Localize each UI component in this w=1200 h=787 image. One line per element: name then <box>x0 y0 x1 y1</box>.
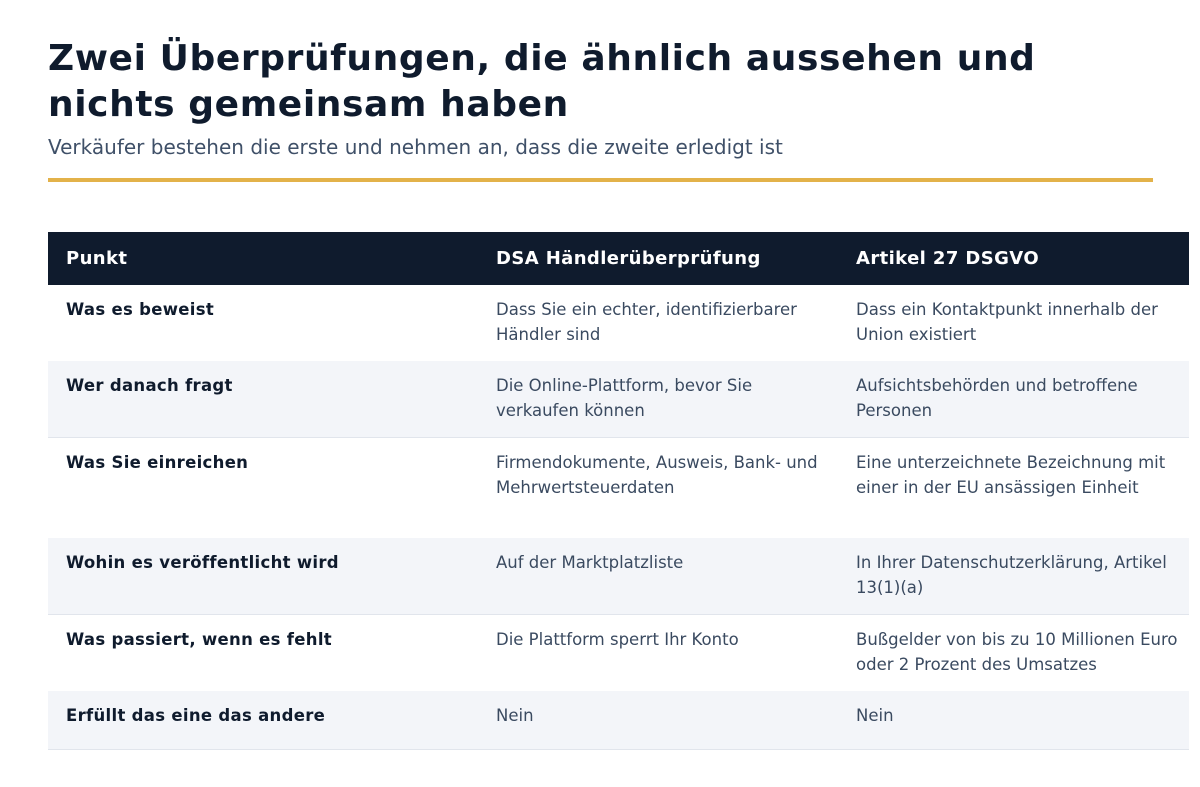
dsa-cell: Dass Sie ein echter, identifizierbarer H… <box>496 300 797 344</box>
table-header-row: Punkt DSA Händlerüberprüfung Artikel 27 … <box>48 232 1189 285</box>
row-label: Was es beweist <box>66 300 215 319</box>
row-label: Wohin es veröffentlicht wird <box>66 553 339 572</box>
dsa-cell: Nein <box>496 706 534 725</box>
row-label: Wer danach fragt <box>66 376 233 395</box>
column-header-dsgvo: Artikel 27 DSGVO <box>856 247 1040 269</box>
accent-divider <box>48 178 1153 182</box>
row-label: Was passiert, wenn es fehlt <box>66 630 332 649</box>
comparison-table: Punkt DSA Händlerüberprüfung Artikel 27 … <box>48 232 1189 750</box>
table-row: Was es beweist Dass Sie ein echter, iden… <box>48 285 1189 361</box>
row-label: Was Sie einreichen <box>66 453 249 472</box>
dsgvo-cell: Eine unterzeichnete Bezeichnung mit eine… <box>856 453 1166 497</box>
table-row: Erfüllt das eine das andere Nein Nein <box>48 691 1189 750</box>
page-subtitle: Verkäufer bestehen die erste und nehmen … <box>48 135 783 159</box>
dsgvo-cell: Aufsichtsbehörden und betroffene Persone… <box>856 376 1138 420</box>
table-row: Wer danach fragt Die Online-Plattform, b… <box>48 361 1189 438</box>
column-header-dsa: DSA Händlerüberprüfung <box>496 247 761 269</box>
page-title: Zwei Überprüfungen, die ähnlich aussehen… <box>48 38 1036 125</box>
dsgvo-cell: In Ihrer Datenschutzerklärung, Artikel 1… <box>856 553 1167 597</box>
dsa-cell: Auf der Marktplatzliste <box>496 553 684 572</box>
table-row: Wohin es veröffentlicht wird Auf der Mar… <box>48 538 1189 615</box>
dsgvo-cell: Nein <box>856 706 894 725</box>
table-row: Was Sie einreichen Firmendokumente, Ausw… <box>48 438 1189 538</box>
column-header-punkt: Punkt <box>66 247 128 269</box>
row-label: Erfüllt das eine das andere <box>66 706 326 725</box>
page: Zwei Überprüfungen, die ähnlich aussehen… <box>0 0 1200 787</box>
dsa-cell: Die Plattform sperrt Ihr Konto <box>496 630 739 649</box>
dsgvo-cell: Bußgelder von bis zu 10 Millionen Euro o… <box>856 630 1178 674</box>
table-row: Was passiert, wenn es fehlt Die Plattfor… <box>48 615 1189 691</box>
dsa-cell: Firmendokumente, Ausweis, Bank- und Mehr… <box>496 453 818 497</box>
dsa-cell: Die Online-Plattform, bevor Sie verkaufe… <box>496 376 753 420</box>
dsgvo-cell: Dass ein Kontaktpunkt innerhalb der Unio… <box>856 300 1158 344</box>
